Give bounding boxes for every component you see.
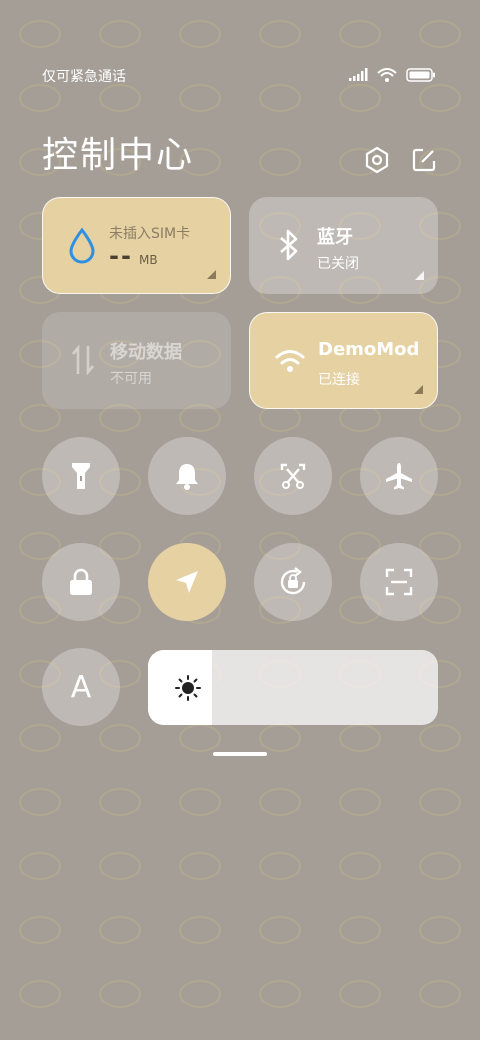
ringer-toggle[interactable]: [148, 437, 226, 515]
data-arrows-icon: [72, 344, 94, 376]
sun-icon: [175, 675, 201, 701]
flashlight-icon: [72, 463, 90, 489]
auto-brightness-icon: A: [70, 669, 92, 705]
bluetooth-label: 蓝牙: [317, 227, 353, 248]
water-drop-icon: [69, 228, 95, 264]
settings-hexagon-icon[interactable]: [363, 146, 391, 174]
bluetooth-icon: [280, 229, 298, 261]
battery-icon: [406, 68, 435, 82]
wifi-status: 已连接: [318, 372, 360, 388]
bell-icon: [176, 464, 198, 490]
mobile-data-status: 不可用: [110, 371, 152, 387]
data-usage-value: --: [109, 242, 133, 270]
expand-corner: [207, 270, 216, 279]
flashlight-toggle[interactable]: [42, 437, 120, 515]
wifi-label: DemoMode: [318, 339, 420, 360]
drag-handle[interactable]: [213, 752, 267, 756]
signal-icon: [349, 68, 368, 81]
data-usage-unit: MB: [139, 253, 158, 267]
location-arrow-icon: [176, 571, 198, 593]
brightness-slider[interactable]: [148, 650, 438, 725]
status-bar: 仅可紧急通话: [42, 62, 436, 90]
auto-brightness-toggle[interactable]: A: [42, 648, 120, 726]
wifi-tile[interactable]: DemoMode 已连接: [249, 312, 438, 409]
airplane-icon: [386, 463, 412, 490]
scanner-toggle[interactable]: [360, 543, 438, 621]
carrier-text: 仅可紧急通话: [42, 69, 126, 85]
data-usage-label: 未插入SIM卡: [109, 226, 191, 242]
screenshot-toggle[interactable]: [254, 437, 332, 515]
page-title: 控制中心: [42, 135, 195, 176]
bluetooth-tile[interactable]: 蓝牙 已关闭: [249, 197, 438, 294]
location-toggle[interactable]: [148, 543, 226, 621]
rotation-lock-icon: [280, 567, 306, 595]
data-usage-tile[interactable]: 未插入SIM卡 -- MB: [42, 197, 231, 294]
mobile-data-tile[interactable]: 移动数据 不可用: [42, 312, 231, 409]
expand-corner: [414, 385, 423, 394]
rotation-lock-toggle[interactable]: [254, 543, 332, 621]
wifi-icon: [377, 68, 397, 82]
scissors-icon: [280, 463, 306, 489]
lock-toggle[interactable]: [42, 543, 120, 621]
airplane-toggle[interactable]: [360, 437, 438, 515]
bluetooth-status: 已关闭: [317, 256, 359, 272]
expand-corner: [415, 271, 424, 280]
scan-icon: [385, 568, 413, 596]
wifi-icon: [275, 350, 305, 372]
lock-icon: [70, 568, 92, 595]
edit-icon[interactable]: [410, 146, 438, 174]
mobile-data-label: 移动数据: [110, 342, 182, 363]
